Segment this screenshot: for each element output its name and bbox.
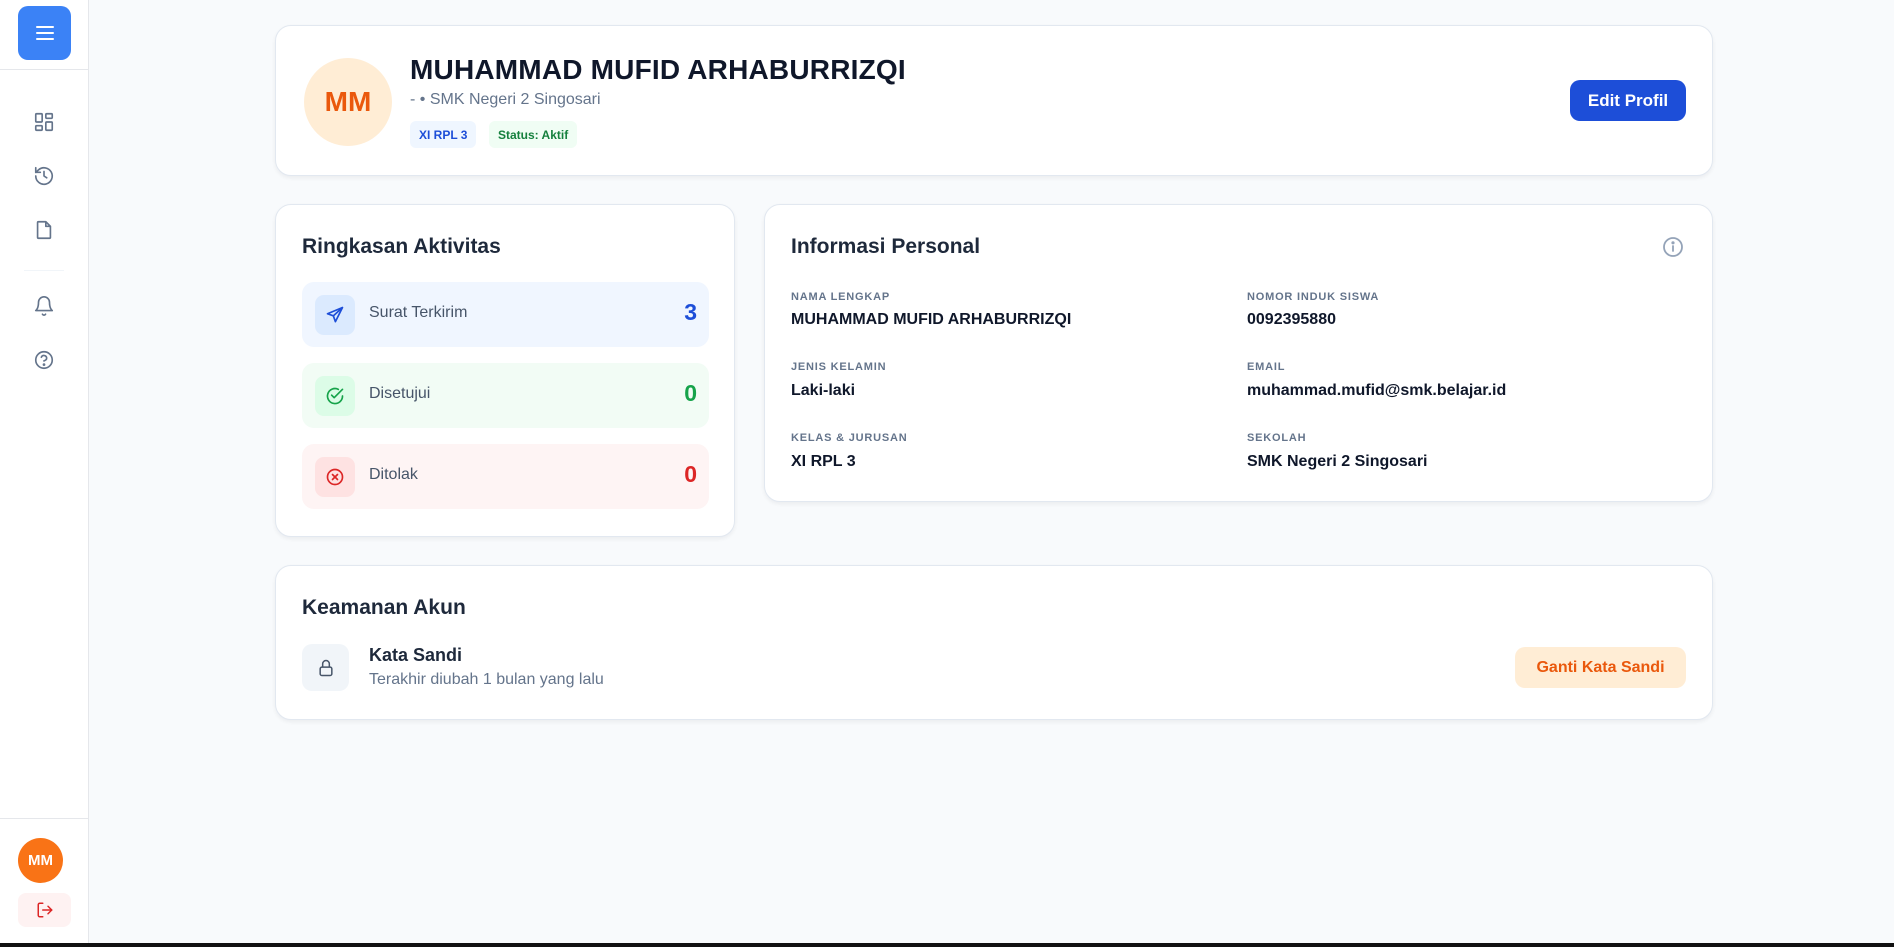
sidebar-divider — [0, 818, 89, 819]
profile-subtitle: - • SMK Negeri 2 Singosari — [410, 91, 601, 108]
stat-rejected[interactable]: Ditolak 0 — [302, 444, 709, 509]
stat-icon-box — [315, 295, 355, 335]
password-title: Kata Sandi — [369, 645, 463, 665]
field-label-gender: JENIS KELAMIN — [791, 361, 887, 373]
user-initials: MM — [28, 852, 53, 869]
edit-profile-button[interactable]: Edit Profil — [1570, 80, 1686, 121]
field-value-class: XI RPL 3 — [791, 453, 856, 470]
personal-info-card: Informasi Personal NAMA LENGKAP MUHAMMAD… — [764, 204, 1713, 502]
nav-help[interactable] — [24, 340, 64, 380]
activity-title: Ringkasan Aktivitas — [302, 235, 501, 258]
field-label-school: SEKOLAH — [1247, 432, 1307, 444]
document-icon — [36, 220, 52, 240]
field-value-school: SMK Negeri 2 Singosari — [1247, 453, 1428, 470]
personal-info-title: Informasi Personal — [791, 235, 981, 258]
sidebar-divider — [24, 270, 64, 271]
history-icon — [34, 166, 54, 186]
nav-documents[interactable] — [24, 210, 64, 250]
stat-icon-box — [315, 376, 355, 416]
nav-notifications[interactable] — [24, 286, 64, 326]
send-icon — [326, 306, 344, 323]
logout-icon — [37, 902, 52, 918]
status-badge: Status: Aktif — [489, 121, 578, 148]
field-label-student-id: NOMOR INDUK SISWA — [1247, 291, 1380, 303]
field-label-email: EMAIL — [1247, 361, 1286, 373]
info-icon[interactable] — [1661, 235, 1685, 259]
sidebar: MM — [0, 0, 89, 947]
lock-icon — [318, 659, 333, 676]
field-value-gender: Laki-laki — [791, 382, 856, 399]
stat-label: Disetujui — [369, 385, 431, 402]
check-circle-icon — [326, 387, 344, 405]
sidebar-divider — [0, 69, 89, 70]
account-security-card: Keamanan Akun Kata Sandi Terakhir diubah… — [275, 565, 1713, 720]
hamburger-icon — [35, 26, 54, 40]
menu-toggle-button[interactable] — [18, 6, 71, 60]
field-value-full-name: MUHAMMAD MUFID ARHABURRIZQI — [791, 311, 1072, 328]
dashboard-icon — [34, 112, 54, 132]
profile-avatar: MM — [304, 58, 392, 146]
profile-card: MM MUHAMMAD MUFID ARHABURRIZQI - • SMK N… — [275, 25, 1713, 176]
user-avatar[interactable]: MM — [18, 838, 63, 883]
class-badge: XI RPL 3 — [410, 121, 477, 148]
security-title: Keamanan Akun — [302, 596, 466, 619]
help-icon — [34, 350, 54, 370]
x-circle-icon — [326, 468, 344, 486]
stat-value: 0 — [684, 461, 697, 487]
stat-label: Surat Terkirim — [369, 304, 468, 321]
stat-sent[interactable]: Surat Terkirim 3 — [302, 282, 709, 347]
stat-value: 3 — [684, 299, 697, 325]
bell-icon — [34, 296, 54, 316]
profile-name: MUHAMMAD MUFID ARHABURRIZQI — [410, 54, 906, 85]
activity-summary-card: Ringkasan Aktivitas Surat Terkirim 3 Dis… — [275, 204, 735, 537]
field-value-email: muhammad.mufid@smk.belajar.id — [1247, 382, 1507, 399]
nav-dashboard[interactable] — [24, 102, 64, 142]
stat-icon-box — [315, 457, 355, 497]
nav-history[interactable] — [24, 156, 64, 196]
field-label-full-name: NAMA LENGKAP — [791, 291, 891, 303]
field-label-class: KELAS & JURUSAN — [791, 432, 908, 444]
change-password-button[interactable]: Ganti Kata Sandi — [1515, 647, 1686, 688]
stat-label: Ditolak — [369, 466, 418, 483]
logout-button[interactable] — [18, 893, 71, 927]
window-bottom-edge — [0, 943, 1894, 947]
password-last-changed: Terakhir diubah 1 bulan yang lalu — [369, 671, 604, 688]
lock-icon-box — [302, 644, 349, 691]
profile-initials: MM — [324, 86, 372, 117]
field-value-student-id: 0092395880 — [1247, 311, 1336, 328]
stat-value: 0 — [684, 380, 697, 406]
stat-approved[interactable]: Disetujui 0 — [302, 363, 709, 428]
